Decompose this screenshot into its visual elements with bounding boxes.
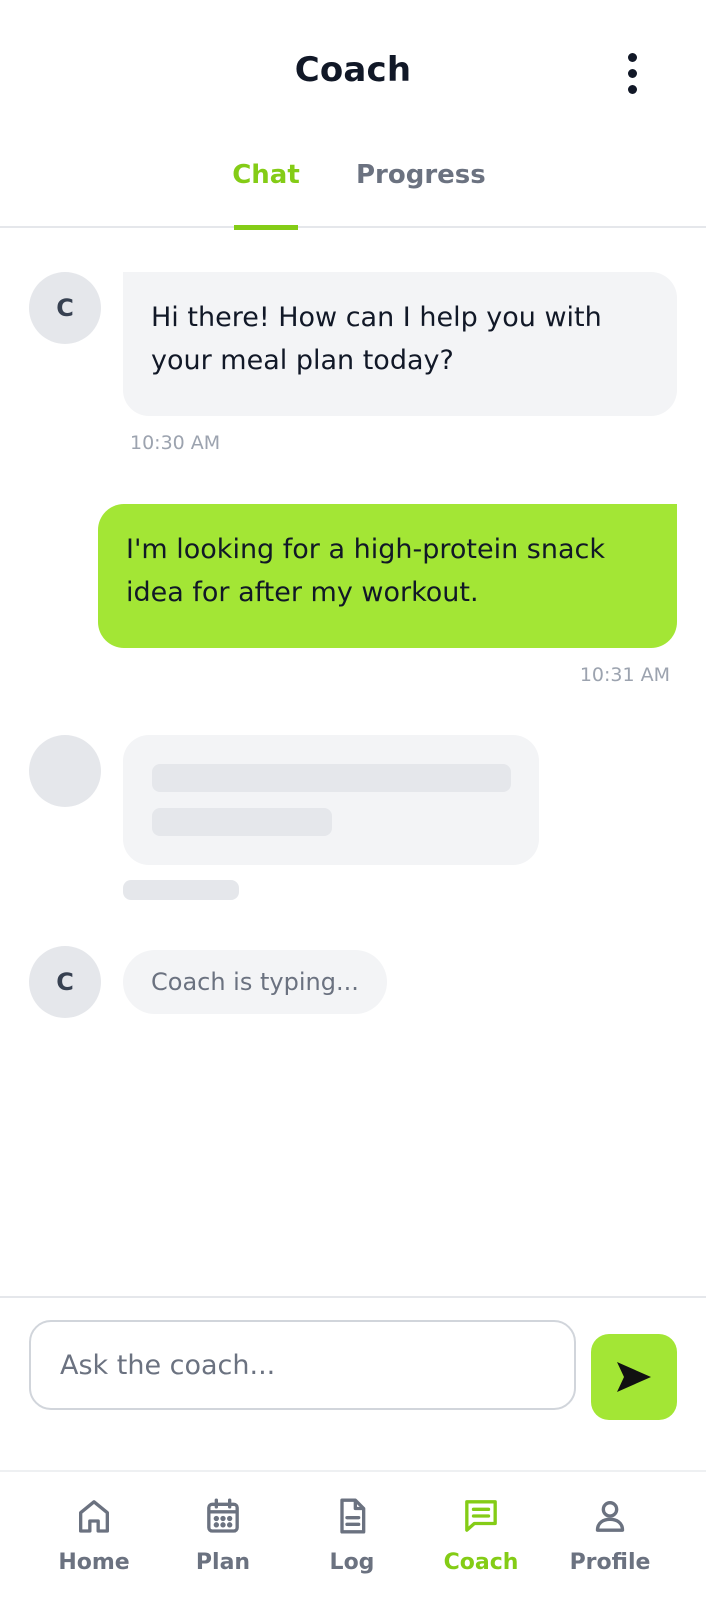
user-icon bbox=[595, 1501, 625, 1532]
app-header: Coach bbox=[0, 0, 706, 140]
skeleton-line bbox=[152, 808, 332, 836]
nav-profile[interactable]: Profile bbox=[550, 1472, 670, 1600]
tab-chat[interactable]: Chat bbox=[232, 140, 300, 230]
tab-bar: Chat Progress bbox=[0, 140, 706, 230]
nav-plan-label: Plan bbox=[195, 1550, 251, 1575]
nav-coach[interactable]: Coach bbox=[421, 1472, 541, 1600]
send-icon bbox=[617, 1362, 651, 1392]
nav-log[interactable]: Log bbox=[292, 1472, 412, 1600]
message-input[interactable] bbox=[29, 1320, 576, 1410]
skeleton-time bbox=[123, 880, 239, 900]
coach-avatar: C bbox=[29, 272, 101, 344]
calendar-icon bbox=[207, 1498, 239, 1533]
document-icon bbox=[340, 1498, 366, 1534]
skeleton-line bbox=[152, 764, 511, 792]
tab-progress-label: Progress bbox=[356, 160, 486, 190]
nav-home-label: Home bbox=[58, 1550, 130, 1575]
user-message-bubble: I'm looking for a high-protein snack ide… bbox=[98, 504, 677, 648]
send-button[interactable] bbox=[591, 1334, 677, 1420]
typing-indicator: Coach is typing... bbox=[123, 950, 387, 1014]
more-options-button[interactable] bbox=[612, 48, 652, 98]
nav-plan[interactable]: Plan bbox=[163, 1472, 283, 1600]
more-vertical-icon bbox=[627, 52, 637, 62]
home-icon bbox=[79, 1500, 110, 1533]
nav-coach-label: Coach bbox=[443, 1550, 519, 1575]
tab-chat-label: Chat bbox=[232, 160, 300, 190]
coach-message-bubble: Hi there! How can I help you with your m… bbox=[123, 272, 677, 416]
user-message-time: 10:31 AM bbox=[579, 664, 670, 686]
nav-home[interactable]: Home bbox=[34, 1472, 154, 1600]
coach-avatar: C bbox=[29, 946, 101, 1018]
coach-screen: Coach Chat Progress C Hi there! How can … bbox=[0, 0, 706, 1600]
bottom-nav: Home Plan Log Coach Profile bbox=[0, 1470, 706, 1600]
skeleton-message-bubble bbox=[123, 735, 539, 865]
skeleton-avatar bbox=[29, 735, 101, 807]
chat-icon bbox=[465, 1500, 497, 1532]
page-title: Coach bbox=[294, 50, 412, 90]
active-tab-indicator bbox=[234, 225, 298, 230]
tab-progress[interactable]: Progress bbox=[356, 140, 486, 228]
nav-log-label: Log bbox=[329, 1550, 375, 1575]
coach-message-time: 10:30 AM bbox=[130, 432, 221, 454]
message-composer bbox=[0, 1296, 706, 1470]
nav-profile-label: Profile bbox=[569, 1550, 651, 1575]
